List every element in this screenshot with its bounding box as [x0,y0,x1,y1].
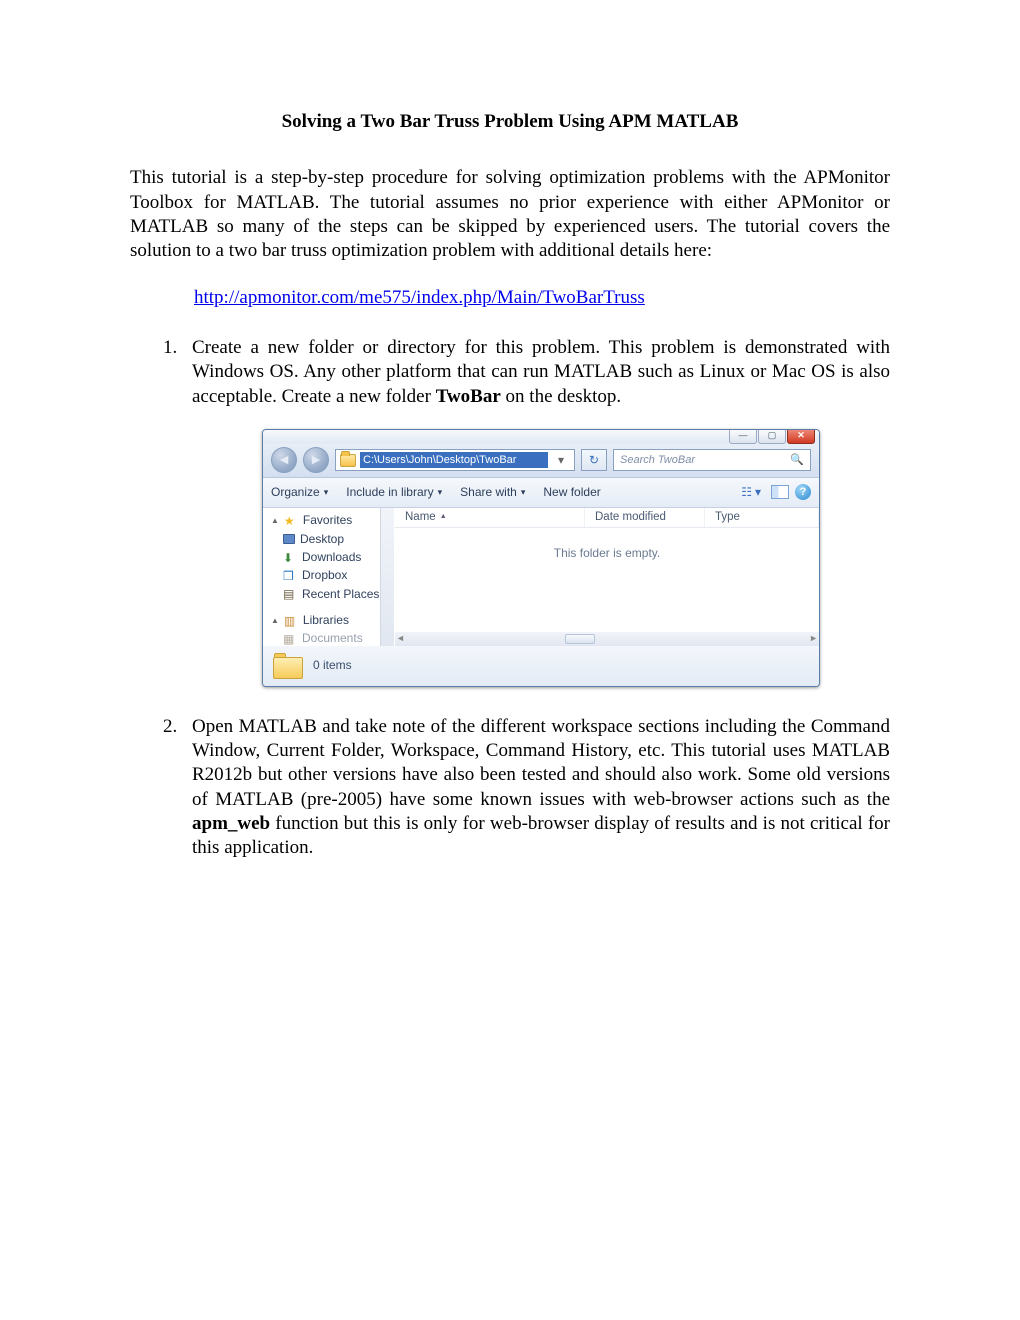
sidebar-label: Favorites [303,513,352,528]
sidebar-item-dropbox[interactable]: ❒ Dropbox [271,567,380,585]
sidebar-item-recent[interactable]: ▤ Recent Places [271,585,380,603]
sidebar-label: Downloads [302,550,361,565]
sidebar-scrollbar[interactable] [380,508,394,646]
file-column-headers[interactable]: Name ▲ Date modified Type [395,508,819,528]
column-label: Type [715,510,740,525]
step-2-bold: apm_web [192,813,270,834]
explorer-body: ▲ ★ Favorites Desktop ⬇ Downloads [263,508,819,646]
minimize-button[interactable]: — [729,429,757,444]
address-bar: ◄ ► C:\Users\John\Desktop\TwoBar ▾ ↻ Sea… [263,444,819,478]
chevron-down-icon: ▾ [755,485,761,500]
organize-label: Organize [271,485,320,500]
downloads-icon: ⬇ [283,551,297,565]
empty-folder-message: This folder is empty. [395,528,819,561]
window-titlebar[interactable]: — ▢ ✕ [263,430,819,444]
toolbar: Organize ▾ Include in library ▾ Share wi… [263,478,819,508]
step-2-post: function but this is only for web-browse… [192,813,890,858]
documents-icon: ▦ [283,632,297,646]
title-text: Solving a Two Bar Truss Problem Using AP… [282,111,675,132]
libraries-icon: ▥ [284,614,298,628]
chevron-down-icon: ▾ [438,487,443,499]
path-field[interactable]: C:\Users\John\Desktop\TwoBar ▾ [335,449,575,471]
sidebar-item-favorites[interactable]: ▲ ★ Favorites [271,512,380,530]
sidebar-label: Recent Places [302,587,379,602]
star-icon: ★ [284,514,298,528]
view-icon: ☷ [741,485,752,500]
caret-icon: ▲ [271,616,279,626]
share-with-menu[interactable]: Share with ▾ [460,485,525,500]
file-pane: Name ▲ Date modified Type This folder is… [395,508,819,646]
share-label: Share with [460,485,517,500]
search-placeholder: Search TwoBar [620,453,695,467]
new-folder-button[interactable]: New folder [543,485,600,500]
sidebar-item-libraries[interactable]: ▲ ▥ Libraries [271,612,380,630]
sidebar-label: Desktop [300,532,344,547]
close-button[interactable]: ✕ [787,429,815,444]
new-folder-label: New folder [543,485,600,500]
column-label: Name [405,510,436,525]
desktop-icon [283,534,295,544]
include-in-library-menu[interactable]: Include in library ▾ [346,485,442,500]
view-options-button[interactable]: ☷ ▾ [737,483,765,502]
search-icon: 🔍 [790,453,804,467]
include-label: Include in library [346,485,433,500]
chevron-down-icon: ▾ [521,487,526,499]
dropbox-icon: ❒ [283,569,297,583]
path-text: C:\Users\John\Desktop\TwoBar [360,452,548,468]
organize-menu[interactable]: Organize ▾ [271,485,328,500]
back-button[interactable]: ◄ [271,447,297,473]
search-input[interactable]: Search TwoBar 🔍 [613,449,811,471]
forward-button[interactable]: ► [303,447,329,473]
step-1: Create a new folder or directory for thi… [182,336,890,687]
status-bar: 0 items [263,646,819,686]
sidebar: ▲ ★ Favorites Desktop ⬇ Downloads [263,508,381,646]
caret-icon: ▲ [271,516,279,526]
column-header-name[interactable]: Name ▲ [395,508,585,527]
horizontal-scrollbar[interactable]: ◄► [395,632,819,646]
sidebar-item-desktop[interactable]: Desktop [271,530,380,548]
title-smallcaps: ATLAB [674,111,738,132]
folder-icon [340,454,356,467]
status-item-count: 0 items [313,658,352,673]
sort-asc-icon: ▲ [440,513,447,522]
sidebar-label: Dropbox [302,568,347,583]
explorer-window: — ▢ ✕ ◄ ► C:\Users\John\Desktop\TwoBar ▾… [262,429,820,687]
help-button[interactable]: ? [795,484,811,500]
chevron-down-icon: ▾ [324,487,329,499]
folder-icon [273,653,303,679]
step-2: Open MATLAB and take note of the differe… [182,715,890,861]
sidebar-label: Libraries [303,613,349,628]
step-1-bold: TwoBar [436,386,501,407]
step-1-post: on the desktop. [501,386,621,407]
page-title: Solving a Two Bar Truss Problem Using AP… [130,110,890,134]
refresh-button[interactable]: ↻ [581,449,607,471]
sidebar-label: Documents [302,631,363,646]
path-dropdown-icon[interactable]: ▾ [552,453,570,468]
sidebar-item-downloads[interactable]: ⬇ Downloads [271,549,380,567]
maximize-button[interactable]: ▢ [758,429,786,444]
recent-icon: ▤ [283,587,297,601]
preview-pane-button[interactable] [771,485,789,499]
column-header-type[interactable]: Type [705,508,819,527]
sidebar-item-documents[interactable]: ▦ Documents [271,630,380,648]
step-2-pre: Open MATLAB and take note of the differe… [192,716,890,810]
tutorial-link[interactable]: http://apmonitor.com/me575/index.php/Mai… [194,286,890,310]
column-header-date[interactable]: Date modified [585,508,705,527]
intro-paragraph: This tutorial is a step-by-step procedur… [130,166,890,263]
column-label: Date modified [595,510,666,525]
